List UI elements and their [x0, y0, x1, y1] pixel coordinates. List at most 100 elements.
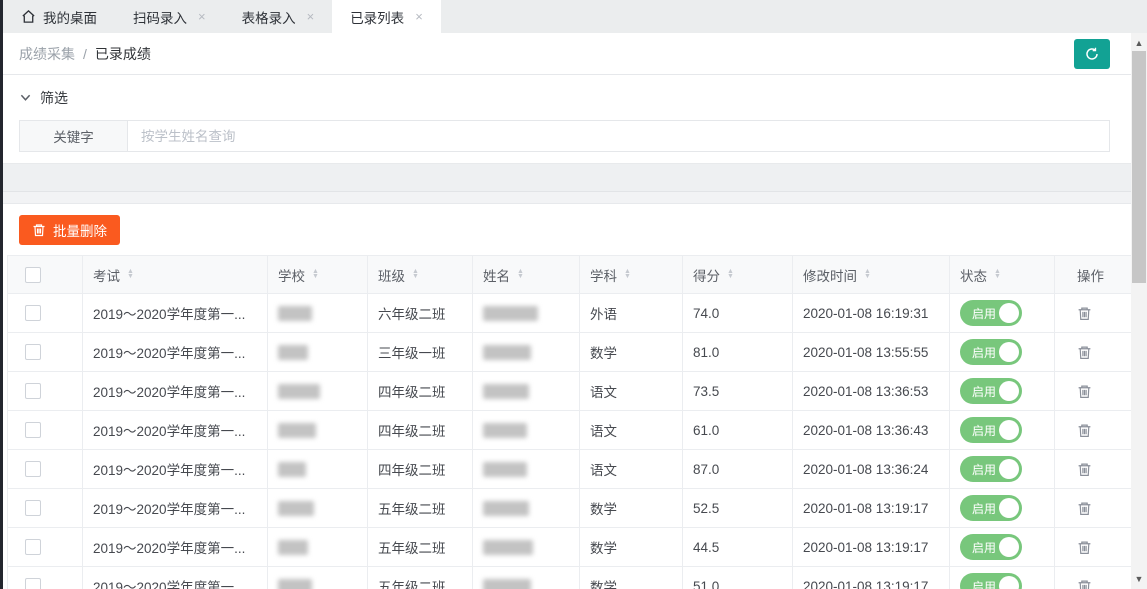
table-cell: 73.5 — [683, 372, 793, 411]
table-cell — [8, 489, 83, 528]
sort-icon[interactable]: ▲▼ — [412, 270, 419, 279]
table-cell — [1055, 489, 1131, 528]
scroll-up-icon[interactable]: ▲ — [1131, 35, 1147, 51]
delete-row-button[interactable] — [1077, 423, 1092, 438]
sort-icon[interactable]: ▲▼ — [727, 270, 734, 279]
tab-form-entry[interactable]: 表格录入 × — [224, 0, 333, 33]
table-cell — [8, 333, 83, 372]
name-redacted — [483, 462, 527, 477]
toggle-knob — [999, 576, 1019, 589]
row-checkbox[interactable] — [25, 305, 41, 321]
table-cell — [473, 450, 580, 489]
modified-time-cell: 2020-01-08 13:19:17 — [803, 579, 928, 589]
column-header-3[interactable]: 班级▲▼ — [368, 256, 473, 294]
table-row: 2019～2020学年度第一...六年级二班外语74.02020-01-08 1… — [8, 294, 1131, 333]
table-cell: 语文 — [580, 411, 683, 450]
close-icon[interactable]: × — [198, 9, 206, 24]
delete-row-button[interactable] — [1077, 306, 1092, 321]
status-toggle[interactable]: 启用 — [960, 339, 1022, 365]
delete-row-button[interactable] — [1077, 501, 1092, 516]
table-row: 2019～2020学年度第一...三年级一班数学81.02020-01-08 1… — [8, 333, 1131, 372]
column-header-4[interactable]: 姓名▲▼ — [473, 256, 580, 294]
vertical-scrollbar[interactable]: ▲ ▼ — [1131, 33, 1147, 589]
table-cell: 87.0 — [683, 450, 793, 489]
exam-cell: 2019～2020学年度第一... — [93, 381, 245, 401]
column-header-1[interactable]: 考试▲▼ — [83, 256, 268, 294]
subject-cell: 语文 — [590, 459, 617, 479]
batch-delete-label: 批量删除 — [53, 220, 107, 240]
toggle-knob — [999, 498, 1019, 518]
refresh-icon — [1084, 46, 1100, 62]
delete-row-button[interactable] — [1077, 384, 1092, 399]
sort-icon[interactable]: ▲▼ — [994, 270, 1001, 279]
sort-icon[interactable]: ▲▼ — [864, 270, 871, 279]
filter-section-header[interactable]: 筛选 — [3, 75, 1131, 120]
column-header-5[interactable]: 学科▲▼ — [580, 256, 683, 294]
table-body: 2019～2020学年度第一...六年级二班外语74.02020-01-08 1… — [8, 294, 1131, 589]
row-checkbox[interactable] — [25, 461, 41, 477]
row-checkbox[interactable] — [25, 500, 41, 516]
column-header-7[interactable]: 修改时间 ▲▼ — [793, 256, 950, 294]
row-checkbox[interactable] — [25, 539, 41, 555]
exam-cell: 2019～2020学年度第一... — [93, 537, 245, 557]
school-redacted — [278, 501, 314, 516]
status-label: 启用 — [972, 578, 996, 589]
tab-scan-entry[interactable]: 扫码录入 × — [115, 0, 224, 33]
sort-icon[interactable]: ▲▼ — [517, 270, 524, 279]
table-cell: 2020-01-08 13:19:17 — [793, 489, 950, 528]
sort-icon[interactable]: ▲▼ — [624, 270, 631, 279]
table-cell: 2020-01-08 13:19:17 — [793, 528, 950, 567]
column-header-2[interactable]: 学校▲▼ — [268, 256, 368, 294]
status-toggle[interactable]: 启用 — [960, 495, 1022, 521]
column-header-6[interactable]: 得分▲▼ — [683, 256, 793, 294]
class-cell: 四年级二班 — [378, 420, 446, 440]
trash-icon — [1077, 540, 1092, 555]
table-cell: 数学 — [580, 333, 683, 372]
keyword-input[interactable] — [128, 121, 1109, 151]
column-label: 修改时间 — [803, 265, 857, 285]
sort-icon[interactable]: ▲▼ — [312, 270, 319, 279]
table-cell: 五年级二班 — [368, 567, 473, 589]
close-icon[interactable]: × — [307, 9, 315, 24]
table-cell — [473, 411, 580, 450]
status-toggle[interactable]: 启用 — [960, 456, 1022, 482]
delete-row-button[interactable] — [1077, 540, 1092, 555]
class-cell: 五年级二班 — [378, 576, 446, 589]
status-toggle[interactable]: 启用 — [960, 378, 1022, 404]
tab-recorded-list[interactable]: 已录列表 × — [332, 0, 441, 33]
table-cell — [268, 489, 368, 528]
table-cell — [8, 372, 83, 411]
close-icon[interactable]: × — [415, 9, 423, 24]
table-cell: 数学 — [580, 567, 683, 589]
row-checkbox[interactable] — [25, 422, 41, 438]
status-toggle[interactable]: 启用 — [960, 300, 1022, 326]
scrollbar-thumb[interactable] — [1132, 51, 1146, 283]
trash-icon — [1077, 462, 1092, 477]
status-toggle[interactable]: 启用 — [960, 417, 1022, 443]
column-header-8[interactable]: 状态▲▼ — [950, 256, 1055, 294]
tab-my-desktop[interactable]: 我的桌面 — [3, 0, 115, 33]
batch-delete-button[interactable]: 批量删除 — [19, 215, 120, 245]
status-label: 启用 — [972, 383, 996, 400]
select-all-checkbox[interactable] — [25, 267, 41, 283]
app-left-edge — [0, 0, 3, 589]
tab-label: 表格录入 — [242, 7, 296, 27]
name-redacted — [483, 540, 533, 555]
status-label: 启用 — [972, 461, 996, 478]
status-toggle[interactable]: 启用 — [960, 573, 1022, 589]
sort-icon[interactable]: ▲▼ — [127, 270, 134, 279]
row-checkbox[interactable] — [25, 578, 41, 589]
section-divider — [3, 192, 1131, 204]
school-redacted — [278, 306, 312, 321]
delete-row-button[interactable] — [1077, 345, 1092, 360]
status-toggle[interactable]: 启用 — [960, 534, 1022, 560]
row-checkbox[interactable] — [25, 383, 41, 399]
delete-row-button[interactable] — [1077, 462, 1092, 477]
table-cell: 2020-01-08 13:36:24 — [793, 450, 950, 489]
refresh-button[interactable] — [1074, 39, 1110, 69]
delete-row-button[interactable] — [1077, 579, 1092, 589]
table-cell — [8, 411, 83, 450]
breadcrumb-bar: 成绩采集 / 已录成绩 — [3, 33, 1131, 75]
row-checkbox[interactable] — [25, 344, 41, 360]
scroll-down-icon[interactable]: ▼ — [1131, 571, 1147, 587]
